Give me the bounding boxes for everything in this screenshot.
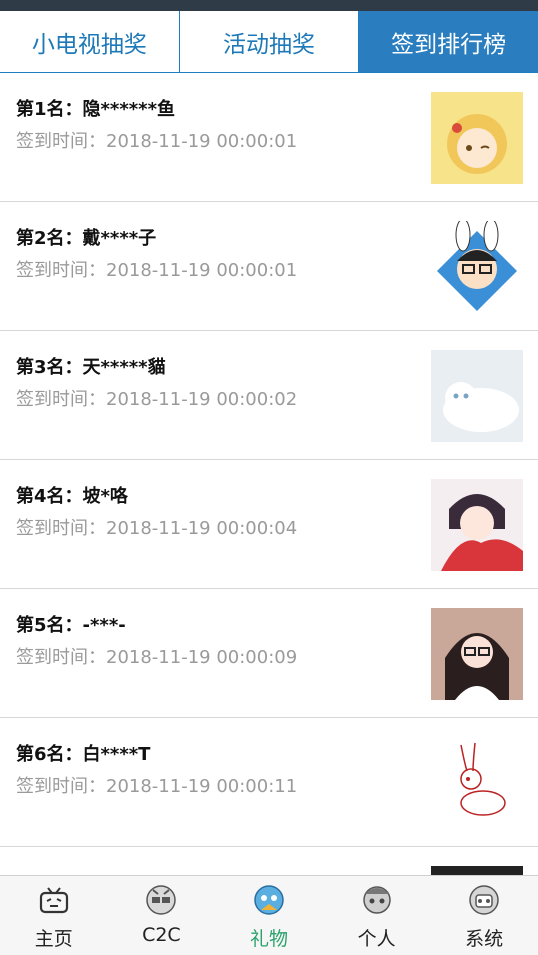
avatar[interactable] — [431, 350, 523, 442]
avatar[interactable] — [431, 737, 523, 829]
checkin-time: 签到时间：2018-11-19 00:00:04 — [16, 518, 298, 539]
ranking-name: 第1名：隐******鱼 — [16, 99, 176, 120]
person-mascot-icon — [362, 886, 391, 914]
checkin-time: 签到时间：2018-11-19 00:00:01 — [16, 131, 298, 152]
ranking-row[interactable]: 第6名：白****T 签到时间：2018-11-19 00:00:11 — [0, 718, 538, 847]
nav-system-label: 系统 — [465, 928, 504, 950]
ranking-row[interactable]: 第4名：坡*咯 签到时间：2018-11-19 00:00:04 — [0, 460, 538, 589]
checkin-time: 签到时间：2018-11-19 00:00:09 — [16, 647, 298, 668]
ranking-name: 第5名：-***- — [16, 615, 126, 636]
tv-icon — [39, 887, 68, 914]
ranking-name: 第6名：白****T — [16, 744, 151, 765]
nav-c2c-label: C2C — [142, 924, 181, 946]
avatar[interactable] — [431, 221, 523, 313]
nav-home-label: 主页 — [34, 928, 73, 950]
checkin-time: 签到时间：2018-11-19 00:00:02 — [16, 389, 298, 410]
ranking-name: 第3名：天*****貓 — [16, 357, 166, 378]
nav-profile-label: 个人 — [357, 928, 396, 950]
nav-profile[interactable]: 个人 — [323, 876, 431, 955]
nav-gift-label: 礼物 — [249, 928, 288, 950]
nav-gift[interactable]: 礼物 — [215, 876, 323, 955]
checkin-time: 签到时间：2018-11-19 00:00:11 — [16, 776, 298, 797]
tab-bar: 小电视抽奖 活动抽奖 签到排行榜 — [0, 11, 538, 73]
nav-c2c[interactable]: C2C — [108, 876, 216, 955]
ranking-name: 第4名：坡*咯 — [16, 486, 128, 507]
tab-tv-lottery[interactable]: 小电视抽奖 — [0, 11, 180, 72]
tab-checkin-ranking[interactable]: 签到排行榜 — [359, 11, 538, 72]
bottom-nav: 主页 C2C 礼物 个人 系统 — [0, 875, 538, 955]
avatar[interactable] — [431, 608, 523, 700]
nav-home[interactable]: 主页 — [0, 876, 108, 955]
ranking-name: 第2名：戴****子 — [16, 228, 157, 249]
avatar[interactable] — [431, 92, 523, 184]
avatar[interactable] — [431, 479, 523, 571]
nav-system[interactable]: 系统 — [430, 876, 538, 955]
gift-mascot-icon — [254, 885, 284, 915]
system-mascot-icon — [469, 885, 499, 915]
ranking-row[interactable] — [0, 847, 538, 875]
mascot-icon — [146, 885, 177, 915]
ranking-row[interactable]: 第5名：-***- 签到时间：2018-11-19 00:00:09 — [0, 589, 538, 718]
tab-event-lottery[interactable]: 活动抽奖 — [180, 11, 360, 72]
status-bar — [0, 0, 538, 11]
ranking-row[interactable]: 第3名：天*****貓 签到时间：2018-11-19 00:00:02 — [0, 331, 538, 460]
ranking-row[interactable]: 第2名：戴****子 签到时间：2018-11-19 00:00:01 — [0, 202, 538, 331]
ranking-row[interactable]: 第1名：隐******鱼 签到时间：2018-11-19 00:00:01 — [0, 73, 538, 202]
ranking-list[interactable]: 第1名：隐******鱼 签到时间：2018-11-19 00:00:01 第2… — [0, 73, 538, 875]
avatar[interactable] — [431, 866, 523, 875]
checkin-time: 签到时间：2018-11-19 00:00:01 — [16, 260, 298, 281]
